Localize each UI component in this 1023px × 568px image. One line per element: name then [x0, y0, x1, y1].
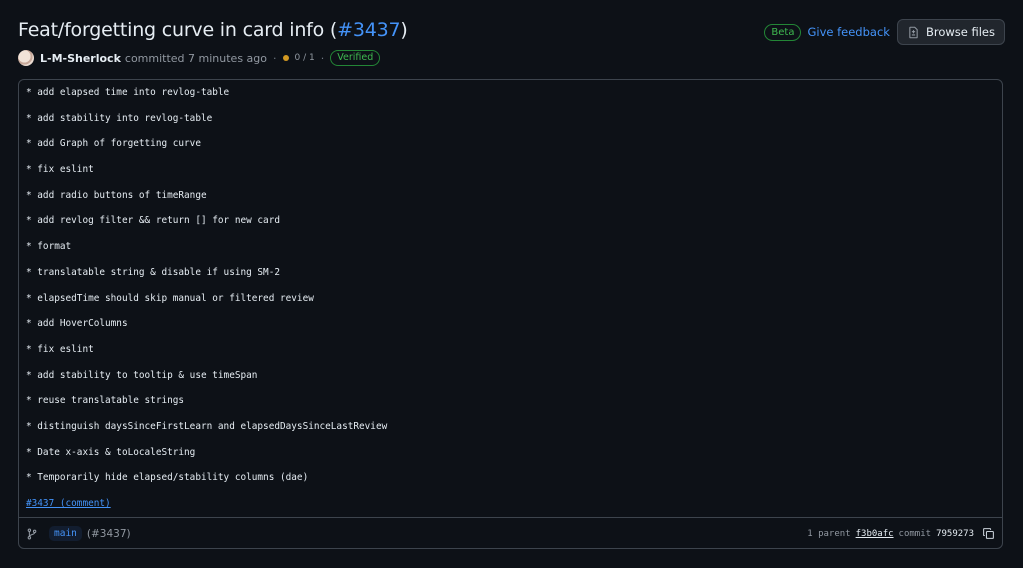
file-diff-icon [909, 26, 918, 38]
copy-icon[interactable] [982, 527, 995, 540]
message-line: * Temporarily hide elapsed/stability col… [26, 472, 309, 484]
avatar[interactable] [18, 50, 34, 66]
message-line: * translatable string & disable if using… [26, 266, 280, 278]
branch-label[interactable]: main [49, 526, 82, 541]
commit-footer: main (#3437) 1 parent f3b0afc commit 795… [19, 517, 1002, 549]
beta-badge: Beta [764, 23, 802, 41]
separator: · [273, 51, 277, 65]
separator: · [320, 51, 325, 65]
message-line: * add revlog filter && return [] for new… [26, 215, 280, 227]
commit-message-box: * add elapsed time into revlog-table * a… [18, 79, 1003, 549]
message-line: * Date x-axis & toLocaleString [26, 446, 196, 458]
commit-title-text: Feat/forgetting curve in card info ( [18, 19, 338, 41]
pr-reference: (#3437) [86, 527, 131, 540]
message-line: * fix eslint [26, 343, 94, 355]
message-line: * add stability into revlog-table [26, 112, 213, 124]
message-line: * add Graph of forgetting curve [26, 138, 201, 150]
comment-link[interactable]: #3437 (comment) [26, 498, 111, 509]
commit-title: Feat/forgetting curve in card info (#343… [18, 19, 408, 41]
commit-title-suffix: ) [400, 19, 408, 41]
author-link[interactable]: L-M-Sherlock [40, 52, 121, 65]
message-line: * format [26, 241, 72, 253]
message-line: * reuse translatable strings [26, 395, 185, 407]
message-line: * fix eslint [26, 164, 94, 176]
commit-shas: 1 parent f3b0afc commit 7959273 [807, 527, 995, 540]
message-line: * add radio buttons of timeRange [26, 189, 207, 201]
commit-label: commit [898, 528, 932, 539]
verified-badge[interactable]: Verified [330, 50, 381, 66]
message-line: * add stability to tooltip & use timeSpa… [26, 369, 258, 381]
commit-time: committed 7 minutes ago [124, 51, 267, 65]
message-line: * distinguish daysSinceFirstLearn and el… [26, 420, 388, 432]
commit-meta: L-M-Sherlock committed 7 minutes ago · 0… [18, 50, 381, 66]
give-feedback-link[interactable]: Give feedback [807, 25, 889, 39]
header-actions: Beta Give feedback Browse files [764, 19, 1005, 45]
commit-message: * add elapsed time into revlog-table * a… [26, 87, 387, 524]
checks-count[interactable]: 0 / 1 [295, 53, 315, 63]
message-line: * add elapsed time into revlog-table [26, 87, 230, 98]
git-branch-icon [27, 528, 37, 539]
commit-sha: 7959273 [936, 528, 974, 539]
message-line: * elapsedTime should skip manual or filt… [26, 292, 314, 304]
parent-sha-link[interactable]: f3b0afc [856, 529, 894, 539]
parent-label: 1 parent [807, 528, 851, 539]
message-line: * add HoverColumns [26, 318, 128, 330]
browse-files-button[interactable]: Browse files [896, 19, 1005, 45]
browse-files-label: Browse files [925, 25, 995, 39]
status-dot-icon[interactable] [282, 55, 289, 61]
pr-link[interactable]: #3437 [337, 19, 400, 41]
